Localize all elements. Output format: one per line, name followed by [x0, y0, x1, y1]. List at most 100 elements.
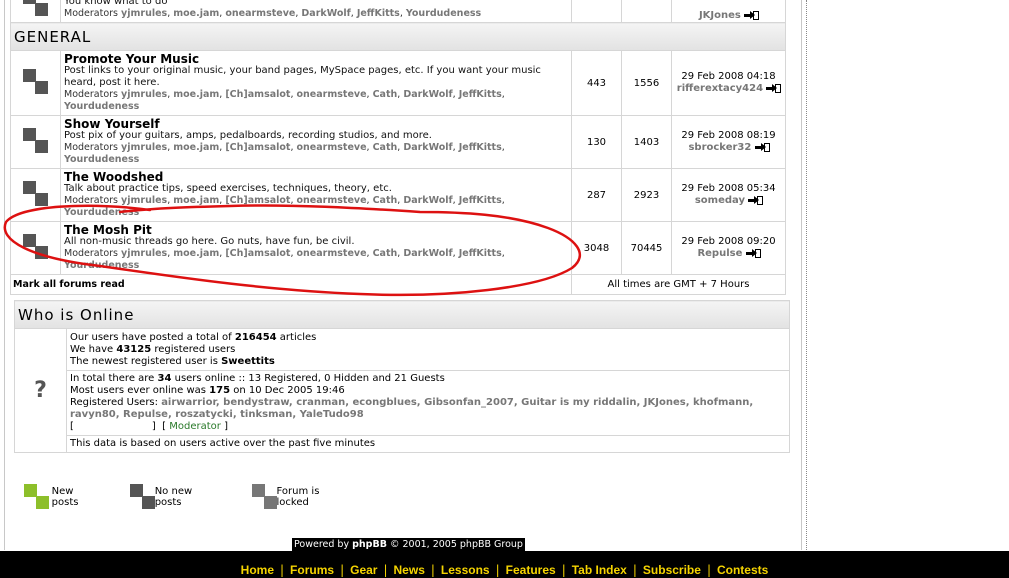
locked-forum-icon — [252, 484, 277, 510]
forum-info: Show Yourself Post pix of your guitars, … — [60, 115, 572, 169]
moderator-link[interactable]: Yourdudeness — [64, 154, 139, 165]
moderator-link[interactable]: JeffKitts — [459, 142, 502, 153]
no-new-posts-icon — [22, 180, 49, 207]
forum-status-icon-cell — [10, 115, 61, 169]
moderator-link[interactable]: Cath — [373, 142, 398, 153]
nav-link-tab-index[interactable]: Tab Index — [572, 563, 627, 577]
moderator-link[interactable]: Yourdudeness — [64, 207, 139, 218]
forum-info: Promote Your Music Post links to your or… — [60, 50, 572, 116]
moderator-link[interactable]: Yourdudeness — [64, 260, 139, 271]
forum-moderators: Moderators yjmrules, moe.jam, [Ch]amsalo… — [64, 195, 505, 218]
nav-separator: | — [280, 562, 285, 577]
moderator-link[interactable]: Yourdudeness — [406, 8, 481, 19]
forum-desc: Post links to your original music, your … — [64, 65, 541, 88]
category-title[interactable]: GENERAL — [14, 28, 91, 46]
legend-no-new-posts: No new posts — [130, 484, 193, 510]
moderator-link[interactable]: yjmrules — [121, 89, 167, 100]
goto-last-post-icon[interactable] — [748, 195, 764, 205]
forum-last-post: 29 Feb 2008 05:34 someday — [671, 168, 786, 222]
moderator-link[interactable]: Cath — [373, 89, 398, 100]
legend-new-posts: New posts — [24, 484, 87, 510]
page-right-border — [806, 0, 807, 550]
phpbb-link[interactable]: phpBB — [352, 539, 387, 550]
nav-link-forums[interactable]: Forums — [290, 563, 334, 577]
moderator-link[interactable]: [Ch]amsalot — [225, 248, 290, 259]
moderator-link[interactable]: yjmrules — [121, 248, 167, 259]
nav-link-news[interactable]: News — [394, 563, 425, 577]
moderator-link[interactable]: onearmsteve — [225, 8, 295, 19]
forum-desc: Post pix of your guitars, amps, pedalboa… — [64, 130, 432, 141]
nav-separator: | — [706, 562, 711, 577]
nav-link-gear[interactable]: Gear — [350, 563, 377, 577]
last-post-user-link[interactable]: someday — [695, 195, 745, 206]
forum-title-link[interactable]: Promote Your Music — [64, 53, 568, 65]
who-is-online-title[interactable]: Who is Online — [18, 306, 134, 324]
forum-row-partial: You know what to do Moderators yjmrules,… — [10, 0, 786, 23]
online-stats: Our users have posted a total of 216454 … — [66, 328, 790, 371]
nav-link-home[interactable]: Home — [241, 563, 274, 577]
forum-posts-count: 70445 — [621, 221, 672, 275]
moderator-link[interactable]: DarkWolf — [403, 195, 452, 206]
goto-last-post-icon[interactable] — [745, 248, 761, 258]
forum-row: The Mosh Pit All non-music threads go he… — [10, 221, 786, 275]
moderator-link[interactable]: JeffKitts — [459, 195, 502, 206]
moderator-legend: Moderator — [169, 421, 221, 432]
moderator-link[interactable]: DarkWolf — [301, 8, 350, 19]
nav-link-features[interactable]: Features — [506, 563, 556, 577]
forum-desc: All non-music threads go here. Go nuts, … — [64, 236, 355, 247]
moderator-link[interactable]: Yourdudeness — [64, 101, 139, 112]
goto-last-post-icon[interactable] — [766, 83, 782, 93]
nav-link-contests[interactable]: Contests — [717, 563, 768, 577]
moderator-link[interactable]: onearmsteve — [297, 89, 367, 100]
goto-last-post-icon[interactable] — [754, 142, 770, 152]
moderator-link[interactable]: yjmrules — [121, 195, 167, 206]
moderator-link[interactable]: DarkWolf — [403, 248, 452, 259]
moderator-link[interactable]: Cath — [373, 248, 398, 259]
forum-status-icon-cell — [10, 221, 61, 275]
forum-title-link[interactable]: The Woodshed — [64, 171, 568, 183]
moderator-link[interactable]: yjmrules — [121, 8, 167, 19]
online-header-row: Who is Online — [14, 300, 790, 329]
moderator-link[interactable]: moe.jam — [173, 8, 219, 19]
moderator-link[interactable]: moe.jam — [173, 142, 219, 153]
nav-separator: | — [340, 562, 345, 577]
forum-info: The Woodshed Talk about practice tips, s… — [60, 168, 572, 222]
nav-separator: | — [495, 562, 500, 577]
forum-posts-count: 1556 — [621, 50, 672, 116]
forum-title-link[interactable]: Show Yourself — [64, 118, 568, 130]
moderator-link[interactable]: yjmrules — [121, 142, 167, 153]
newest-user-link[interactable]: Sweettits — [221, 356, 275, 367]
last-post-user-link[interactable]: JKJones — [699, 10, 741, 21]
last-post-user-link[interactable]: rifferextacy424 — [677, 83, 763, 94]
moderator-link[interactable]: Cath — [373, 195, 398, 206]
moderator-link[interactable]: [Ch]amsalot — [225, 142, 290, 153]
last-post-date: 29 Feb 2008 08:19 — [681, 130, 776, 141]
moderator-link[interactable]: JeffKitts — [459, 89, 502, 100]
moderator-link[interactable]: JeffKitts — [357, 8, 400, 19]
moderator-link[interactable]: JeffKitts — [459, 248, 502, 259]
goto-last-post-icon[interactable] — [744, 10, 760, 20]
forum-desc: You know what to do — [64, 0, 168, 7]
registered-users-list[interactable]: airwarrior, bendystraw, cranman, econgbl… — [70, 397, 753, 420]
moderator-link[interactable]: [Ch]amsalot — [225, 89, 290, 100]
moderator-link[interactable]: DarkWolf — [403, 89, 452, 100]
moderator-link[interactable]: moe.jam — [173, 248, 219, 259]
mark-all-read-link[interactable]: Mark all forums read — [13, 279, 125, 290]
moderator-link[interactable]: onearmsteve — [297, 142, 367, 153]
last-post-user-link[interactable]: Repulse — [697, 248, 742, 259]
moderator-link[interactable]: onearmsteve — [297, 248, 367, 259]
moderator-link[interactable]: moe.jam — [173, 195, 219, 206]
last-post-user-link[interactable]: sbrocker32 — [688, 142, 751, 153]
moderator-link[interactable]: moe.jam — [173, 89, 219, 100]
forum-title-link[interactable]: The Mosh Pit — [64, 224, 568, 236]
forum-moderators: Moderators yjmrules, moe.jam, [Ch]amsalo… — [64, 142, 505, 165]
forum-info: The Mosh Pit All non-music threads go he… — [60, 221, 572, 275]
nav-link-subscribe[interactable]: Subscribe — [643, 563, 701, 577]
forum-last-post: 29 Feb 2008 04:18 rifferextacy424 — [671, 50, 786, 116]
moderator-link[interactable]: onearmsteve — [297, 195, 367, 206]
moderator-link[interactable]: [Ch]amsalot — [225, 195, 290, 206]
powered-by: Powered by phpBB © 2001, 2005 phpBB Grou… — [292, 538, 525, 551]
moderator-link[interactable]: DarkWolf — [403, 142, 452, 153]
forum-last-post: 29 Feb 2008 09:20 Repulse — [671, 221, 786, 275]
nav-link-lessons[interactable]: Lessons — [441, 563, 490, 577]
